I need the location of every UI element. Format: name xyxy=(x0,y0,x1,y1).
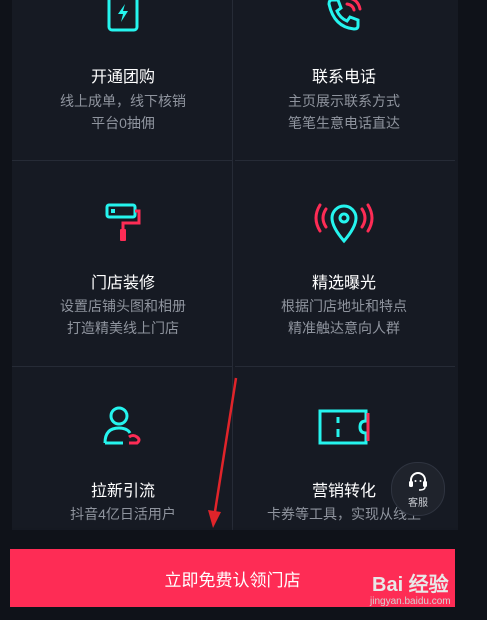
phone-call-icon xyxy=(327,0,362,31)
scroll-fade xyxy=(12,526,458,550)
feature-desc: 主页展示联系方式 xyxy=(288,93,400,109)
watermark-url: jingyan.baidu.com xyxy=(370,596,451,607)
user-new-icon xyxy=(103,406,141,445)
headset-icon xyxy=(409,472,427,491)
watermark-brand: Bai 经验 xyxy=(372,574,449,596)
phone-bolt-icon xyxy=(107,0,139,32)
feature-title: 联系电话 xyxy=(311,69,376,86)
baidu-watermark: Bai 经验 jingyan.baidu.com xyxy=(366,568,486,614)
feature-desc: 精准触达意向人群 xyxy=(288,320,400,336)
feature-desc: 平台0抽佣 xyxy=(91,115,155,131)
feature-title: 开通团购 xyxy=(90,69,155,86)
feature-desc: 打造精美线上门店 xyxy=(67,320,179,336)
feature-title: 拉新引流 xyxy=(90,483,155,500)
customer-service-label: 客服 xyxy=(408,498,428,509)
feature-desc: 笔笔生意电话直达 xyxy=(288,115,400,131)
feature-title: 门店装修 xyxy=(90,275,155,292)
feature-desc: 线上成单，线下核销 xyxy=(60,93,186,109)
feature-desc: 根据门店地址和特点 xyxy=(281,298,407,314)
feature-card-store-decoration[interactable]: 门店装修 设置店铺头图和相册 打造精美线上门店 xyxy=(12,161,234,366)
paint-roller-icon xyxy=(105,203,141,241)
feature-card-acquisition[interactable]: 拉新引流 抖音4亿日活用户 xyxy=(12,367,234,530)
feature-card-exposure[interactable]: 精选曝光 根据门店地址和特点 精准触达意向人群 xyxy=(233,161,455,366)
feature-card-group-buy[interactable]: 开通团购 线上成单，线下核销 平台0抽佣 xyxy=(12,0,234,160)
location-signal-icon xyxy=(314,203,374,244)
customer-service-button[interactable]: 客服 xyxy=(391,462,445,516)
feature-title: 精选曝光 xyxy=(311,275,376,292)
feature-desc: 抖音4亿日活用户 xyxy=(70,506,176,522)
ticket-icon xyxy=(318,409,370,445)
feature-card-contact-phone[interactable]: 联系电话 主页展示联系方式 笔笔生意电话直达 xyxy=(233,0,455,160)
feature-desc: 设置店铺头图和相册 xyxy=(60,298,186,314)
